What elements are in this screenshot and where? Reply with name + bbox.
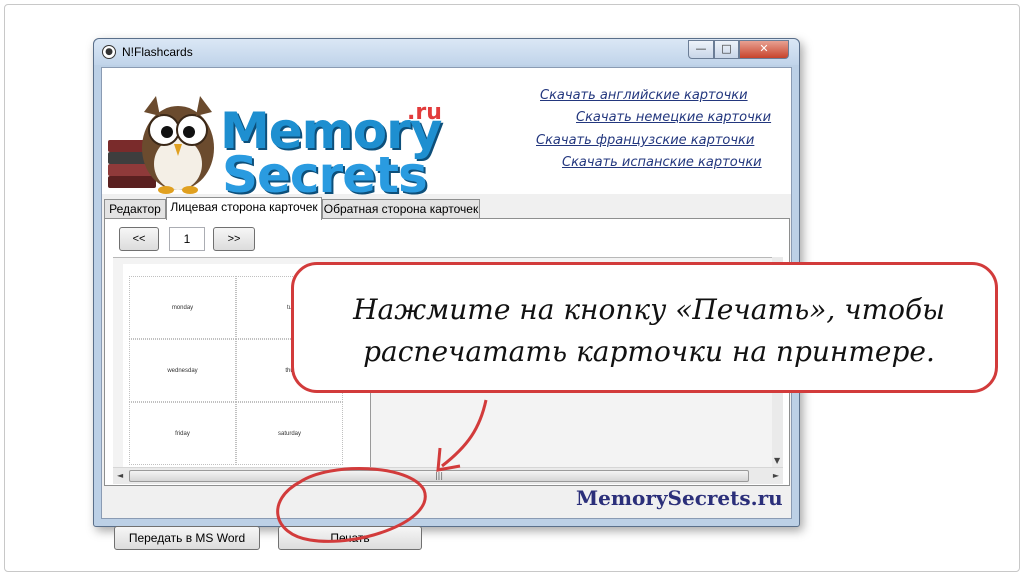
download-english-link[interactable]: Скачать английские карточки bbox=[540, 88, 748, 103]
prev-page-button[interactable]: << bbox=[119, 227, 159, 251]
scroll-down-icon[interactable]: ▼ bbox=[774, 456, 780, 465]
export-word-button[interactable]: Передать в MS Word bbox=[114, 526, 260, 550]
tab-back-side[interactable]: Обратная сторона карточек bbox=[322, 199, 480, 219]
card-cell: monday bbox=[129, 276, 236, 339]
callout-line-1: Нажмите на кнопку «Печать», чтобы bbox=[353, 293, 945, 326]
tab-front-side[interactable]: Лицевая сторона карточек bbox=[166, 197, 322, 220]
owl-mascot-icon bbox=[142, 96, 214, 194]
instruction-callout: Нажмите на кнопку «Печать», чтобы распеч… bbox=[291, 262, 998, 393]
print-button[interactable]: Печать bbox=[278, 526, 422, 550]
tab-bar: Редактор Лицевая сторона карточек Обратн… bbox=[104, 197, 794, 220]
close-button[interactable]: ✕ bbox=[739, 40, 789, 59]
tab-editor[interactable]: Редактор bbox=[104, 199, 166, 219]
logo-secrets: Secrets bbox=[222, 146, 428, 204]
download-spanish-link[interactable]: Скачать испанские карточки bbox=[562, 155, 762, 170]
callout-line-2: распечатать карточки на принтере. bbox=[363, 335, 935, 368]
title-bar[interactable]: ● N!Flashcards — □ ✕ bbox=[94, 39, 799, 65]
next-page-button[interactable]: >> bbox=[213, 227, 255, 251]
card-cell: wednesday bbox=[129, 339, 236, 402]
card-cell: saturday bbox=[236, 402, 343, 465]
logo-ru: .ru bbox=[407, 100, 442, 125]
window-title: N!Flashcards bbox=[122, 45, 193, 59]
minimize-button[interactable]: — bbox=[688, 40, 714, 59]
page-number-field[interactable]: 1 bbox=[169, 227, 205, 251]
app-icon: ● bbox=[102, 45, 116, 59]
maximize-button[interactable]: □ bbox=[714, 40, 739, 59]
download-german-link[interactable]: Скачать немецкие карточки bbox=[576, 110, 771, 125]
scroll-thumb[interactable]: ||| bbox=[129, 470, 749, 482]
logo-banner: Memory .ru Secrets Скачать английские ка… bbox=[102, 68, 791, 200]
scroll-left-icon[interactable]: ◄ bbox=[117, 471, 123, 480]
brand-footer: MemorySecrets.ru bbox=[576, 486, 783, 510]
download-french-link[interactable]: Скачать французские карточки bbox=[536, 133, 754, 148]
horizontal-scrollbar[interactable]: ◄ ||| ► bbox=[113, 467, 783, 484]
scroll-right-icon[interactable]: ► bbox=[773, 471, 779, 480]
callout-text: Нажмите на кнопку «Печать», чтобы распеч… bbox=[314, 289, 984, 373]
card-cell: friday bbox=[129, 402, 236, 465]
